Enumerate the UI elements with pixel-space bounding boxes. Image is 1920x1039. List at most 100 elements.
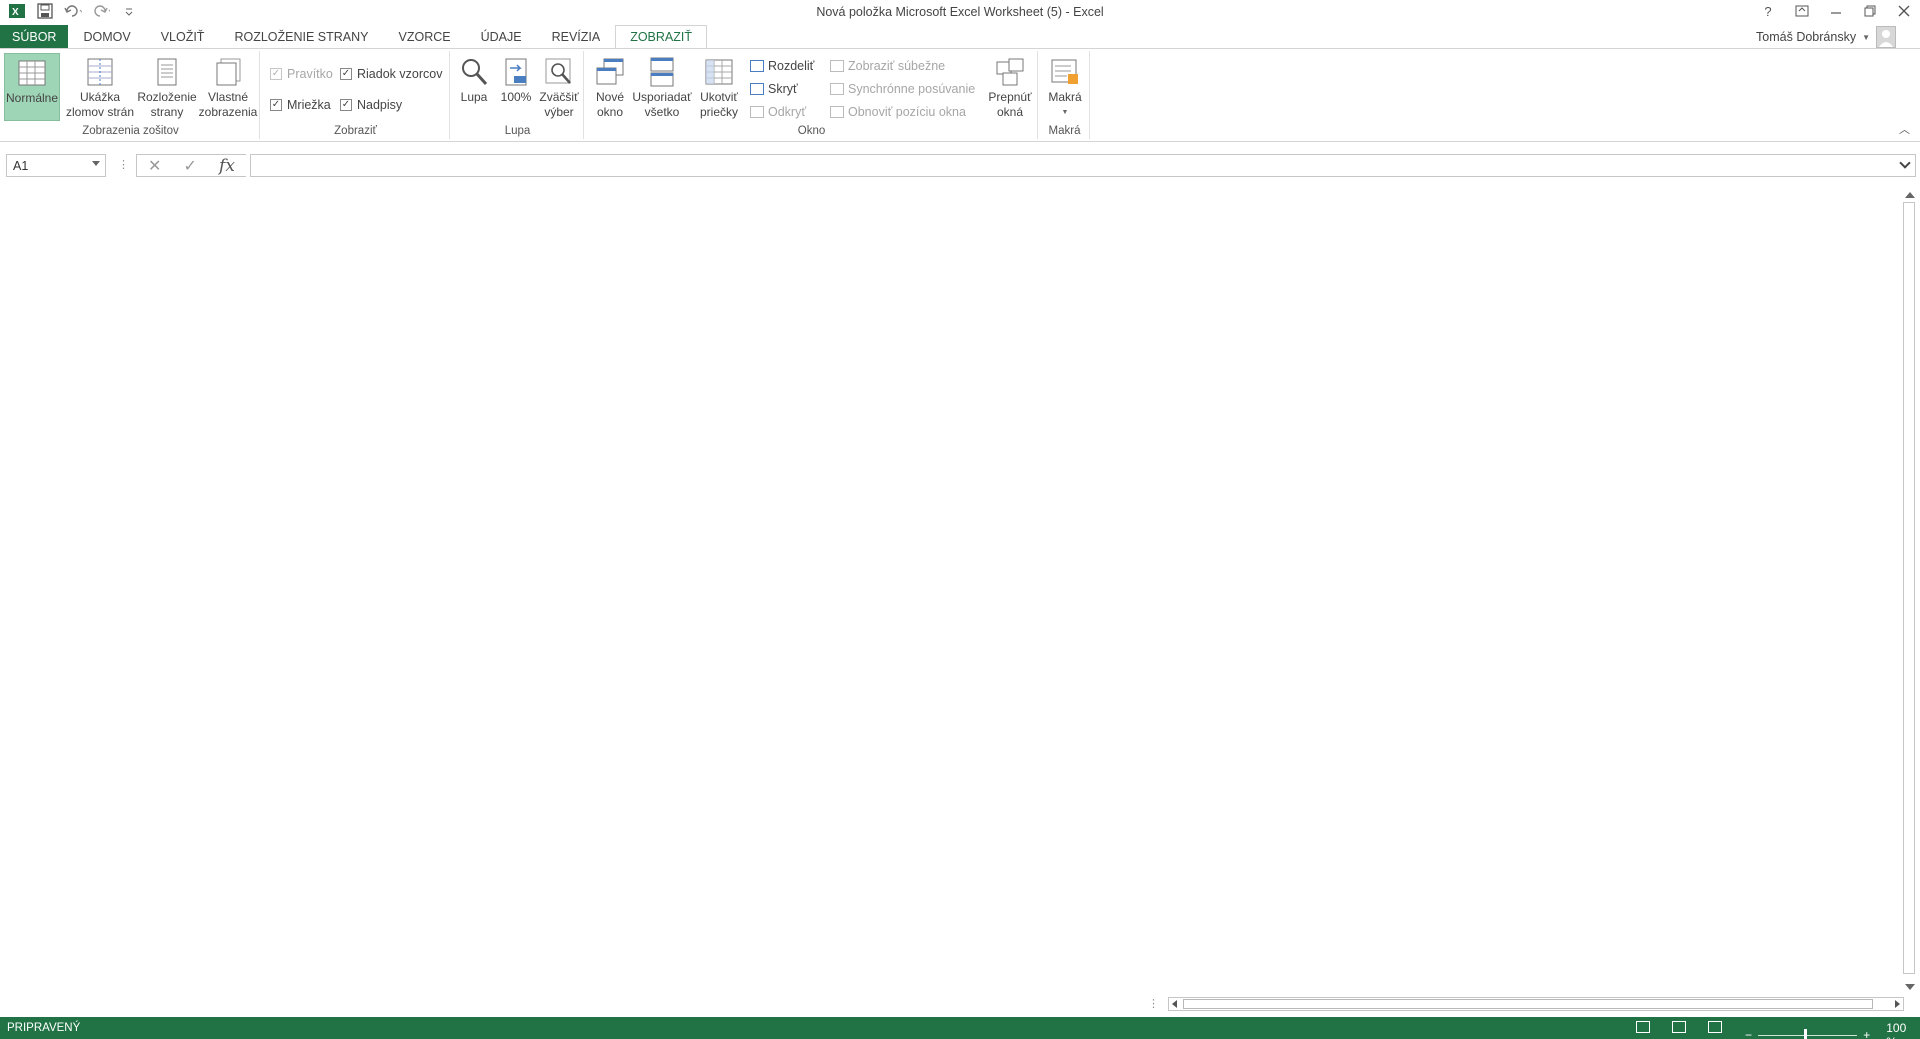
status-bar: PRIPRAVENÝ − + 100 % — [0, 1017, 1920, 1039]
cancel-icon[interactable]: ✕ — [148, 156, 161, 176]
normal-view-icon[interactable] — [1636, 1021, 1650, 1033]
horizontal-scroll-row: ⋮ — [0, 995, 1920, 1013]
horizontal-scrollbar[interactable] — [1168, 997, 1904, 1011]
arrange-all-label-2: všetko — [644, 105, 680, 119]
name-box-value: A1 — [13, 158, 29, 173]
switch-windows-label-2: okná — [996, 105, 1024, 119]
expand-formula-bar-icon[interactable] — [1899, 157, 1911, 169]
ribbon-tabs: SÚBOR DOMOV VLOŽIŤ ROZLOŽENIE STRANY VZO… — [0, 25, 1920, 49]
insert-function-icon[interactable]: fx — [219, 156, 235, 176]
unhide-button[interactable]: Odkryť — [750, 105, 806, 119]
worksheet-area[interactable] — [0, 186, 1902, 992]
collapse-ribbon-icon[interactable]: ︿ — [1899, 121, 1910, 137]
custom-views-icon — [216, 58, 241, 86]
switch-windows-icon — [996, 58, 1024, 86]
scroll-up-icon[interactable] — [1905, 192, 1915, 198]
side-by-side-label: Zobraziť súbežne — [848, 59, 946, 73]
vertical-scroll-thumb[interactable] — [1903, 202, 1915, 974]
tab-formulas[interactable]: VZORCE — [384, 25, 466, 49]
synchronous-scrolling-button[interactable]: Synchrónne posúvanie — [830, 82, 975, 96]
avatar — [1876, 26, 1896, 48]
minimize-icon[interactable] — [1826, 2, 1846, 20]
scroll-down-icon[interactable] — [1905, 984, 1915, 990]
formula-input[interactable] — [250, 154, 1916, 177]
page-layout-label-1: Rozloženie — [137, 90, 197, 104]
zoom-100-button[interactable]: 100% — [496, 53, 536, 121]
sheet-tab-splitter[interactable]: ⋮ — [1148, 997, 1159, 1010]
zoom-out-icon[interactable]: − — [1745, 1028, 1752, 1039]
switch-windows-button[interactable]: Prepnúť okná — [984, 53, 1036, 121]
horizontal-scroll-thumb[interactable] — [1183, 999, 1873, 1009]
group-window: Nové okno Usporiadať všetko Ukotviť prie… — [586, 51, 1038, 139]
group-label-show: Zobraziť — [334, 125, 377, 137]
close-icon[interactable] — [1894, 2, 1914, 20]
group-show: ✓ Pravítko ✓ Riadok vzorcov ✓ Mriežka ✓ … — [262, 51, 450, 139]
formula-buttons: ✕ ✓ fx — [136, 154, 246, 177]
macros-button[interactable]: Makrá ▼ — [1042, 53, 1088, 121]
page-break-view-icon[interactable] — [1708, 1021, 1722, 1033]
hide-label: Skryť — [768, 82, 798, 96]
arrange-all-icon — [650, 57, 674, 87]
hide-button[interactable]: Skryť — [750, 82, 798, 96]
reset-position-label: Obnoviť pozíciu okna — [848, 105, 966, 119]
tab-file[interactable]: SÚBOR — [0, 25, 69, 49]
checkmark-icon: ✓ — [340, 99, 352, 111]
gridlines-label: Mriežka — [287, 98, 331, 112]
tab-view[interactable]: ZOBRAZIŤ — [615, 25, 708, 49]
reset-window-position-button[interactable]: Obnoviť pozíciu okna — [830, 105, 966, 119]
formula-bar-splitter[interactable]: ⋮ — [118, 158, 129, 171]
zoom-selection-label-1: Zväčšiť — [539, 90, 579, 104]
window-controls: ? — [1758, 2, 1914, 20]
headings-checkbox[interactable]: ✓ Nadpisy — [340, 98, 402, 112]
scroll-left-icon[interactable] — [1172, 1000, 1177, 1008]
freeze-panes-label-2: priečky — [699, 105, 738, 119]
help-button[interactable]: ? — [1758, 2, 1778, 20]
split-button[interactable]: Rozdeliť — [750, 59, 814, 73]
checkmark-icon: ✓ — [340, 68, 352, 80]
custom-views-label-1: Vlastné — [207, 90, 249, 104]
zoom-level[interactable]: 100 % — [1886, 1021, 1920, 1039]
zoom-in-icon[interactable]: + — [1863, 1028, 1870, 1039]
custom-views-button[interactable]: Vlastné zobrazenia — [198, 53, 258, 121]
reset-position-icon — [830, 106, 844, 118]
tab-insert[interactable]: VLOŽIŤ — [146, 25, 220, 49]
tab-page-layout[interactable]: ROZLOŽENIE STRANY — [219, 25, 383, 49]
page-layout-view-button[interactable]: Rozloženie strany — [137, 53, 197, 121]
zoom-slider-handle[interactable] — [1804, 1028, 1808, 1039]
ribbon-display-options-icon[interactable] — [1792, 2, 1812, 20]
checkmark-icon: ✓ — [270, 99, 282, 111]
page-layout-view-icon[interactable] — [1672, 1021, 1686, 1033]
zoom-selection-label-2: výber — [544, 105, 574, 119]
chevron-down-icon[interactable] — [92, 161, 100, 166]
view-side-by-side-button[interactable]: Zobraziť súbežne — [830, 59, 945, 73]
ruler-checkbox[interactable]: ✓ Pravítko — [270, 67, 333, 81]
zoom-to-selection-button[interactable]: Zväčšiť výber — [536, 53, 582, 121]
gridlines-checkbox[interactable]: ✓ Mriežka — [270, 98, 331, 112]
headings-label: Nadpisy — [357, 98, 403, 112]
tab-data[interactable]: ÚDAJE — [466, 25, 537, 49]
tab-home[interactable]: DOMOV — [68, 25, 145, 49]
unhide-label: Odkryť — [768, 105, 807, 119]
formula-bar-checkbox[interactable]: ✓ Riadok vzorcov — [340, 67, 442, 81]
zoom-button[interactable]: Lupa — [452, 53, 496, 121]
enter-icon[interactable]: ✓ — [184, 156, 197, 176]
ruler-label: Pravítko — [287, 67, 333, 81]
zoom-selection-icon — [545, 58, 571, 84]
sync-scroll-label: Synchrónne posúvanie — [848, 82, 976, 96]
arrange-all-button[interactable]: Usporiadať všetko — [630, 53, 694, 121]
normal-view-button[interactable]: Normálne — [4, 53, 60, 121]
restore-icon[interactable] — [1860, 2, 1880, 20]
page-break-preview-button[interactable]: Ukážka zlomov strán — [65, 53, 135, 121]
new-window-button[interactable]: Nové okno — [590, 53, 630, 121]
freeze-panes-button[interactable]: Ukotviť priečky — [694, 53, 744, 121]
vertical-scrollbar[interactable] — [1902, 190, 1918, 992]
user-account[interactable]: Tomáš Dobránsky ▼ — [1756, 25, 1896, 49]
window-title: Nová položka Microsoft Excel Worksheet (… — [816, 5, 1104, 19]
tab-review[interactable]: REVÍZIA — [537, 25, 616, 49]
formula-bar: A1 ⋮ ✕ ✓ fx — [0, 152, 1920, 180]
scroll-right-icon[interactable] — [1895, 1000, 1900, 1008]
view-shortcuts — [1636, 1021, 1722, 1033]
name-box[interactable]: A1 — [6, 154, 106, 177]
page-break-label-1: Ukážka — [79, 90, 120, 104]
zoom-slider[interactable] — [1758, 1028, 1858, 1039]
